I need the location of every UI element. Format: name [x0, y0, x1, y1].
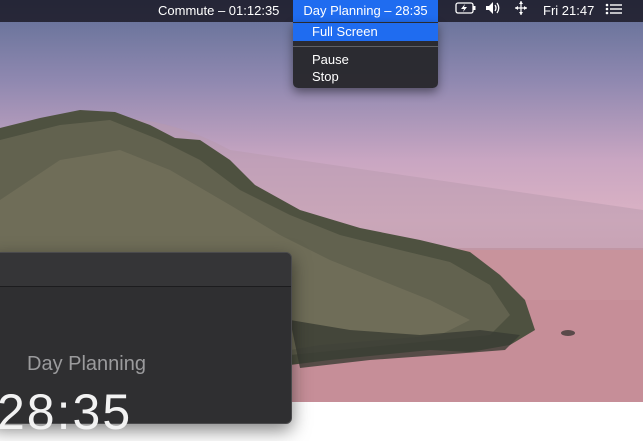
timer-display: 28:35 [0, 384, 133, 440]
day-planning-timer-menu[interactable]: Day Planning – 28:35 [293, 0, 438, 22]
timer-dropdown-menu: Full Screen Pause Stop [293, 22, 438, 88]
volume-icon[interactable] [484, 0, 502, 22]
window-toolbar[interactable] [0, 253, 291, 287]
menu-bar: Commute – 01:12:35 Day Planning – 28:35 … [0, 0, 643, 22]
clock[interactable]: Fri 21:47 [543, 0, 594, 22]
commute-timer-menu[interactable]: Commute – 01:12:35 [158, 0, 279, 22]
menu-item-full-screen[interactable]: Full Screen [293, 23, 438, 41]
menu-item-stop[interactable]: Stop [293, 68, 438, 86]
list-icon[interactable] [605, 0, 623, 22]
timer-window[interactable]: Day Planning 28:35 [0, 252, 292, 440]
move-arrows-icon[interactable] [514, 0, 528, 22]
timer-title: Day Planning [27, 353, 146, 375]
menu-separator [293, 46, 438, 47]
battery-charging-icon[interactable] [455, 0, 477, 22]
menu-item-pause[interactable]: Pause [293, 51, 438, 69]
